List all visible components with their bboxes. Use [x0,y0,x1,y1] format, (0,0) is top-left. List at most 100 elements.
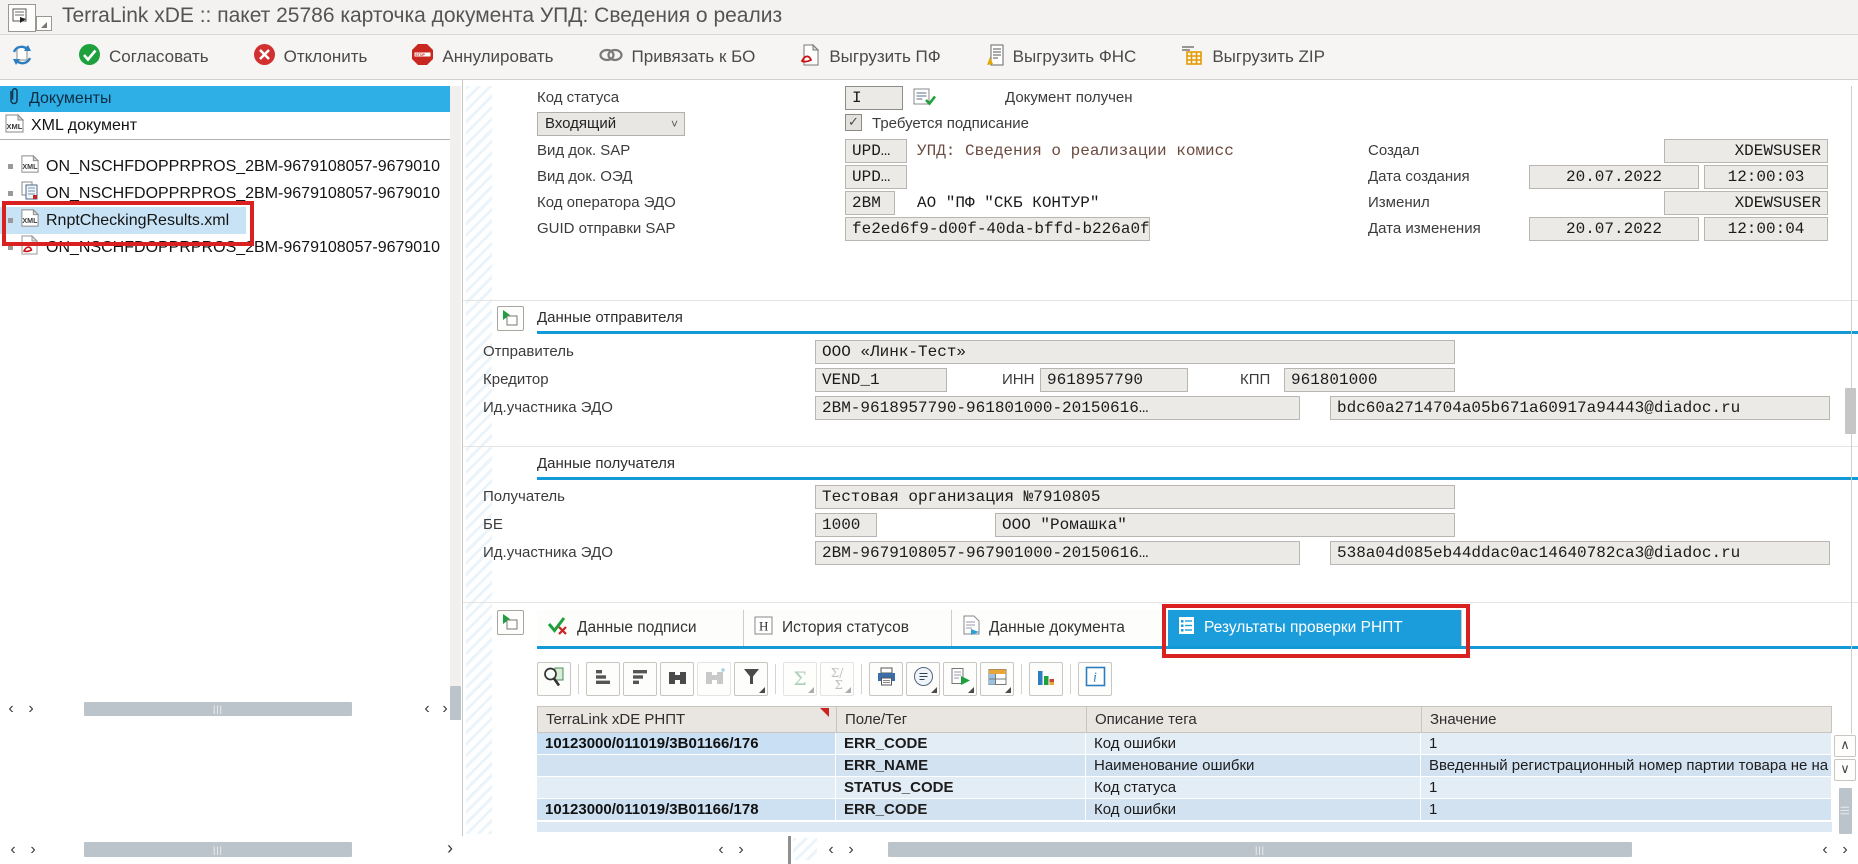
expand-section-button[interactable] [497,306,524,331]
sort-descending-button[interactable] [623,662,657,696]
table-scroll-up-icon[interactable]: ∧ [1834,735,1856,757]
tree-item-doc-2[interactable]: ON_NSCHFDOPPRPROS_2BM-9679108057-9679010 [0,180,452,207]
created-date-field[interactable]: 20.07.2022 [1529,165,1699,189]
edo-operator-field[interactable]: 2BM [845,191,895,215]
sign-required-checkbox[interactable]: ✓ [845,114,862,131]
tab-rnpt-check-results[interactable]: Результаты проверки РНПТ [1168,610,1462,646]
cell-value[interactable]: 1 [1421,733,1832,755]
main-scroll-right-icon[interactable]: › [842,841,860,859]
sidebar-header-documents[interactable]: Документы [0,86,452,112]
window-icon[interactable] [8,4,36,32]
splitter-expand-icon[interactable]: › [441,839,459,857]
cell-field[interactable]: STATUS_CODE [836,777,1086,799]
main-scroll-right-icon[interactable]: › [1836,841,1854,859]
be-field[interactable]: 1000 [815,513,877,537]
subtotal-button[interactable]: Σ/ Σ [820,662,854,696]
left-panel-scroll-left-icon[interactable]: ‹ [712,841,730,859]
cell-field[interactable]: ERR_CODE [836,799,1086,821]
expand-section-button[interactable] [497,610,524,635]
reject-button[interactable]: Отклонить [253,43,368,71]
sum-button[interactable]: Σ [783,662,817,696]
approve-button[interactable]: Согласовать [78,43,209,71]
left-panel-hscroll-thumb[interactable]: ||| [84,842,352,857]
info-button[interactable]: i [1078,662,1112,696]
tree-item-rnpt-results[interactable]: XML RnptCheckingResults.xml [0,207,246,234]
table-vscroll-thumb[interactable]: ||| [1839,788,1852,834]
window-menu-icon[interactable] [36,16,52,31]
tree-scroll-left-icon[interactable]: ‹ [2,700,20,718]
tab-status-history[interactable]: H История статусов [744,610,952,646]
find-next-button[interactable] [697,662,731,696]
guid-field[interactable]: fe2ed6f9-d00f-40da-bffd-b226a0fa4118 [845,217,1150,241]
main-vscroll-thumb[interactable] [1845,388,1856,434]
cell-key[interactable]: 10123000/011019/3B01166/176 [537,733,836,755]
sidebar-group-xml-document[interactable]: XML XML документ [0,112,452,140]
sender-edo-email-field[interactable]: bdc60a2714704a05b671a60917a94443@diadoc.… [1330,396,1830,420]
left-panel-scroll-right-icon[interactable]: › [732,841,750,859]
tree-vscroll-thumb[interactable] [450,686,461,720]
cell-desc[interactable]: Наименование ошибки [1086,755,1421,777]
sender-field[interactable]: ООО «Линк-Тест» [815,340,1455,364]
doc-type-oed-field[interactable]: UPD… [845,165,907,189]
creditor-field[interactable]: VEND_1 [815,368,947,392]
main-scroll-left-icon[interactable]: ‹ [1816,841,1834,859]
created-time-field[interactable]: 12:00:03 [1704,165,1828,189]
main-scroll-left-icon[interactable]: ‹ [822,841,840,859]
receiver-edo-email-field[interactable]: 538a04d085eb44ddac0ac14640782ca3@diadoc.… [1330,541,1830,565]
print-button[interactable] [869,662,903,696]
changed-date-field[interactable]: 20.07.2022 [1529,217,1699,241]
left-panel-scroll-right-icon[interactable]: › [24,841,42,859]
filter-button[interactable] [734,662,768,696]
column-header-rnpt[interactable]: TerraLink xDE РНПТ [537,706,837,733]
cell-desc[interactable]: Код ошибки [1086,799,1421,821]
cell-desc[interactable]: Код статуса [1086,777,1421,799]
table-scroll-down-icon[interactable]: ∨ [1834,759,1856,781]
doc-type-sap-field[interactable]: UPD… [845,139,907,163]
be-company-field[interactable]: ООО "Ромашка" [995,513,1455,537]
inn-field[interactable]: 9618957790 [1040,368,1188,392]
views-button[interactable] [906,662,940,696]
sort-ascending-button[interactable] [586,662,620,696]
annul-button[interactable]: STOP Аннулировать [411,43,553,71]
cell-value[interactable]: Введенный регистрационный номер партии т… [1421,755,1832,777]
column-header-tag-desc[interactable]: Описание тега [1086,706,1422,733]
changed-by-field[interactable]: XDEWSUSER [1664,191,1828,215]
left-panel-scroll-left-icon[interactable]: ‹ [4,841,22,859]
main-hscroll-thumb[interactable]: ||| [888,842,1632,857]
kpp-field[interactable]: 961801000 [1284,368,1455,392]
export-fns-button[interactable]: Выгрузить ФНС [985,43,1137,72]
details-button[interactable] [537,662,571,696]
cell-key[interactable] [537,755,836,777]
cell-key[interactable] [537,777,836,799]
changed-time-field[interactable]: 12:00:04 [1704,217,1828,241]
graphic-button[interactable] [1029,662,1063,696]
tree-scroll-right-icon[interactable]: › [22,700,40,718]
status-code-input[interactable]: I [845,86,903,110]
tree-vscroll-track[interactable] [450,86,461,720]
tab-document-data[interactable]: Данные документа [952,610,1165,646]
tree-item-xml-1[interactable]: XML ON_NSCHFDOPPRPROS_2BM-9679108057-967… [0,153,452,180]
created-by-field[interactable]: XDEWSUSER [1664,139,1828,163]
direction-dropdown[interactable]: Входящий ˅ [537,112,685,136]
cell-value[interactable]: 1 [1421,799,1832,821]
tree-hscroll-thumb[interactable]: ||| [84,702,352,716]
cell-key[interactable]: 10123000/011019/3B01166/178 [537,799,836,821]
cell-desc[interactable]: Код ошибки [1086,733,1421,755]
tree-item-pdf-4[interactable]: ON_NSCHFDOPPRPROS_2BM-9679108057-9679010 [0,234,452,261]
receiver-field[interactable]: Тестовая организация №7910805 [815,485,1455,509]
cell-field[interactable]: ERR_CODE [836,733,1086,755]
export-zip-button[interactable]: Выгрузить ZIP [1180,43,1325,72]
receiver-edo-id-field[interactable]: 2BM-9679108057-967901000-20150616… [815,541,1300,565]
status-list-icon[interactable] [913,87,937,114]
column-header-value[interactable]: Значение [1421,706,1832,733]
layout-button[interactable] [980,662,1014,696]
tab-signature-data[interactable]: Данные подписи [537,610,744,646]
find-button[interactable] [660,662,694,696]
cell-field[interactable]: ERR_NAME [836,755,1086,777]
export-button[interactable] [943,662,977,696]
refresh-button[interactable] [10,43,34,72]
column-header-field-tag[interactable]: Поле/Тег [836,706,1087,733]
bottom-splitter-divider[interactable] [788,836,791,864]
export-pdf-button[interactable]: Выгрузить ПФ [799,43,940,72]
cell-value[interactable]: 1 [1421,777,1832,799]
